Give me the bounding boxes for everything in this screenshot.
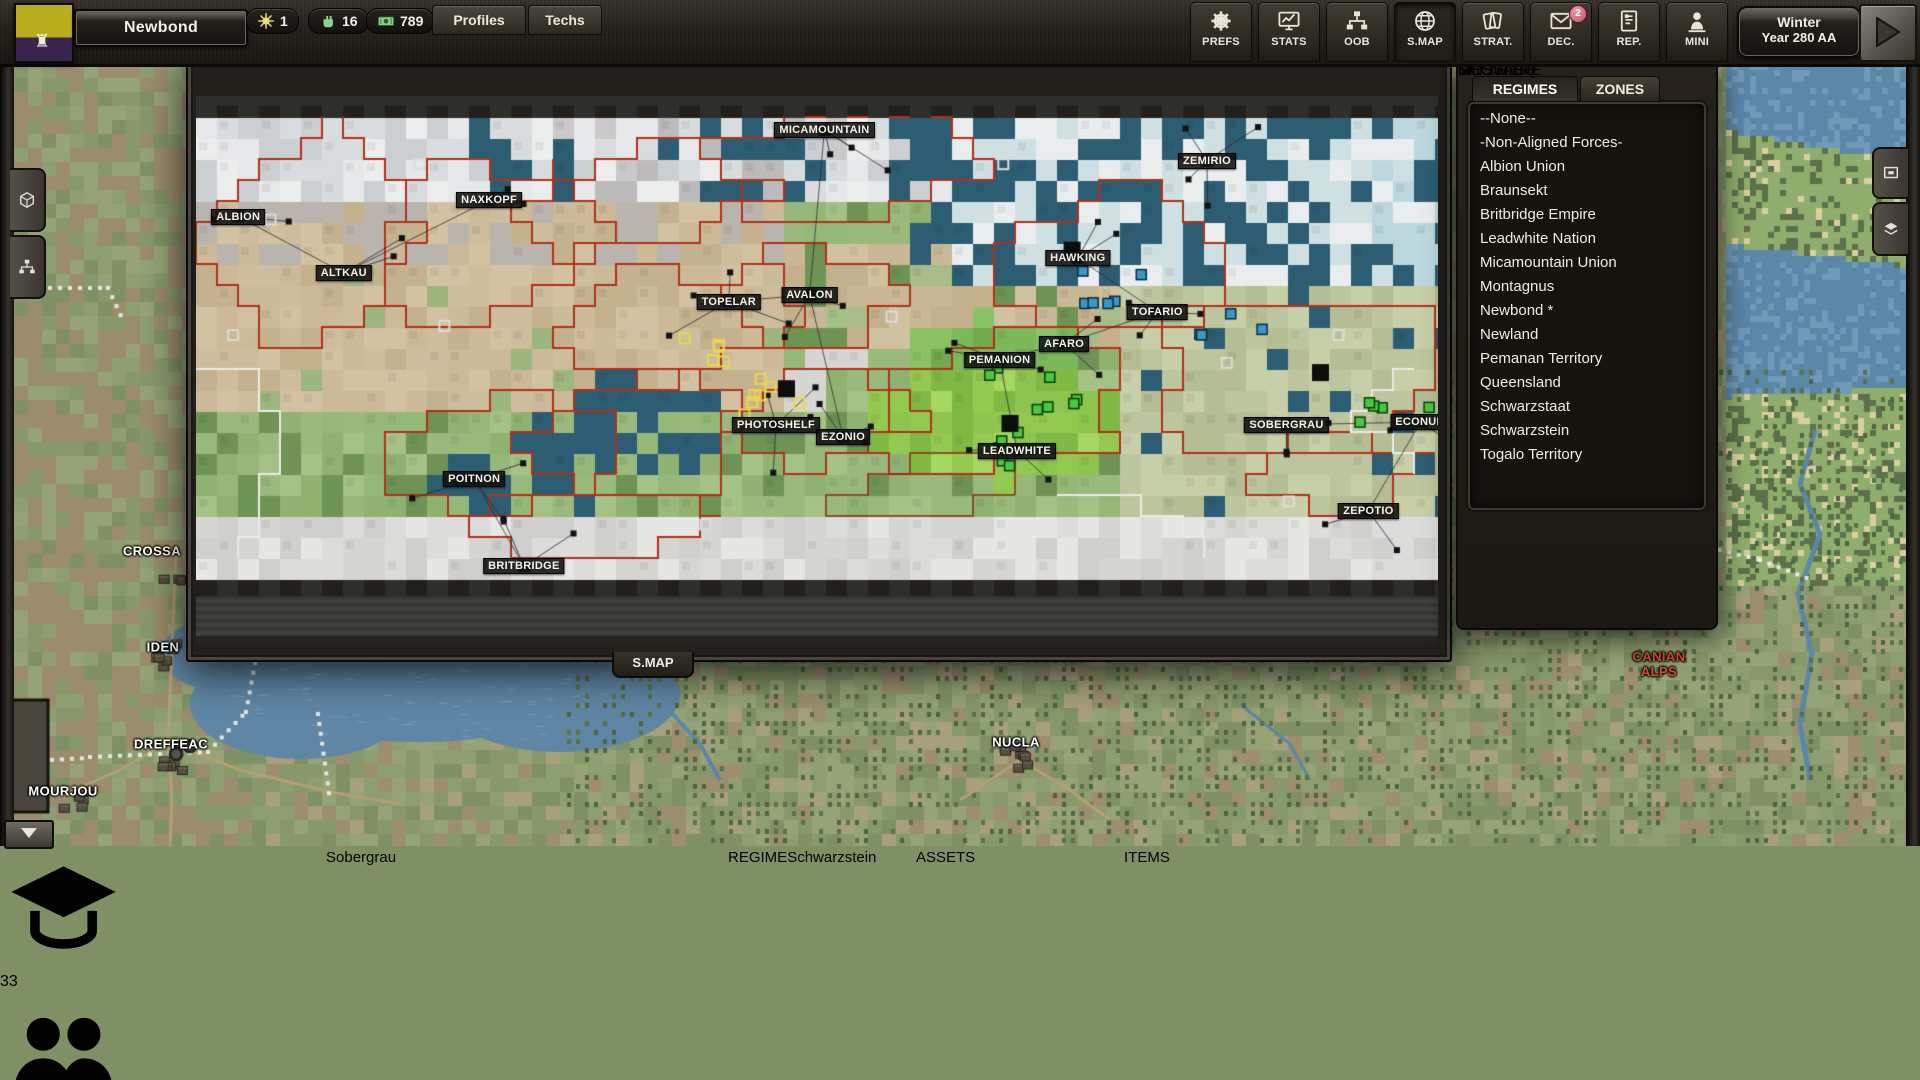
regime-list-item[interactable]: Leadwhite Nation [1468, 227, 1706, 251]
notification-badge: 2 [1569, 5, 1587, 23]
left-toolbar-button-items[interactable] [10, 168, 46, 232]
season-label: Winter [1777, 14, 1821, 30]
tab-techs[interactable]: Techs [528, 5, 602, 35]
cards-icon [1481, 9, 1505, 33]
regime-flag-icon[interactable]: ♜ [14, 3, 74, 63]
resource-value: 789 [400, 13, 424, 29]
sun-icon [257, 12, 275, 30]
crate-icon [18, 191, 36, 209]
tab-regimes[interactable]: REGIMES [1472, 76, 1578, 102]
globe-icon [1413, 9, 1437, 33]
regime-list-item[interactable]: Queensland [1468, 371, 1706, 395]
regime-list: --None-- -Non-Aligned Forces- Albion Union… [1466, 100, 1708, 512]
world-label: CANIAN ALPS [1632, 649, 1686, 679]
top-button-strat[interactable]: STRAT. [1462, 2, 1524, 62]
screen-icon [1882, 164, 1900, 182]
regime-title-plaque: Newbond [74, 9, 248, 47]
report-icon [1617, 9, 1641, 33]
top-bar: ♜ Newbond 1 16 789 Profiles Techs PREFS S… [0, 0, 1920, 67]
world-label: MOURJOU [28, 783, 98, 799]
end-turn-button[interactable] [1859, 4, 1917, 62]
world-label: DREFFEAC [134, 736, 208, 752]
strategic-map[interactable] [196, 96, 1438, 644]
left-toolbar-button-oob[interactable] [10, 235, 46, 299]
resource-fate-points[interactable]: 16 [308, 8, 369, 34]
regime-list-item[interactable]: Schwarzstein [1468, 419, 1706, 443]
top-button-rep[interactable]: REP. [1598, 2, 1660, 62]
tab-profiles[interactable]: Profiles [432, 5, 526, 35]
regime-list-item[interactable]: Togalo Territory [1468, 443, 1706, 467]
org-chart-icon [1345, 9, 1369, 33]
regime-list-item[interactable]: Schwarzstaat [1468, 395, 1706, 419]
top-button-stats[interactable]: STATS [1258, 2, 1320, 62]
gear-icon [1209, 9, 1233, 33]
org-chart-icon [18, 258, 36, 276]
top-button-oob[interactable]: OOB [1326, 2, 1388, 62]
resource-value: 16 [342, 13, 358, 29]
smap-footer-tab[interactable]: S.MAP [612, 652, 694, 678]
collapse-panel-button[interactable] [4, 820, 54, 849]
regime-list-item[interactable]: Albion Union [1468, 155, 1706, 179]
world-label: CROSSA [122, 543, 182, 559]
regime-list-item[interactable]: -Non-Aligned Forces- [1468, 131, 1706, 155]
year-label: Year 280 AA [1761, 30, 1837, 45]
regime-list-item[interactable]: Micamountain Union [1468, 251, 1706, 275]
top-button-smap[interactable]: S.MAP [1394, 2, 1456, 62]
regime-list-item[interactable]: Newbond * [1468, 299, 1706, 323]
tab-zones[interactable]: ZONES [1580, 76, 1660, 102]
date-plaque: Winter Year 280 AA [1737, 6, 1861, 58]
trophy-icon: ♜ [34, 31, 51, 51]
top-button-dec[interactable]: DEC. 2 [1530, 2, 1592, 62]
right-frame [1906, 64, 1920, 846]
regime-list-item[interactable]: --None-- [1468, 107, 1706, 131]
world-label: NUCLA [992, 734, 1040, 750]
grad-cap-icon [0, 866, 127, 972]
top-button-mini[interactable]: MINI [1666, 2, 1728, 62]
map-pin-icon [1685, 9, 1709, 33]
right-toolbar-button-window[interactable] [1872, 147, 1908, 199]
regimes-panel: REGIMES ZONES --None-- -Non-Aligned Force… [1456, 60, 1718, 630]
resource-value: 1 [280, 13, 288, 29]
fist-icon [319, 12, 337, 30]
right-toolbar-button-layers[interactable] [1872, 202, 1908, 256]
layers-icon [1882, 220, 1900, 238]
regime-list-item[interactable]: Britbridge Empire [1468, 203, 1706, 227]
world-label: IDEN [146, 639, 180, 655]
resource-political-points[interactable]: 1 [246, 8, 299, 34]
resource-credits[interactable]: 789 [366, 8, 435, 34]
cash-icon [377, 12, 395, 30]
regime-list-item[interactable]: Pemanan Territory [1468, 347, 1706, 371]
chart-icon [1277, 9, 1301, 33]
top-button-prefs[interactable]: PREFS [1190, 2, 1252, 62]
regime-list-item[interactable]: Braunsekt [1468, 179, 1706, 203]
game-screen: CROSSA IDEN DREFFEAC MOURJOU NUCLA CANIAN ALP… [0, 0, 1920, 1080]
regime-list-item[interactable]: Montagnus [1468, 275, 1706, 299]
regime-list-item[interactable]: Newland [1468, 323, 1706, 347]
